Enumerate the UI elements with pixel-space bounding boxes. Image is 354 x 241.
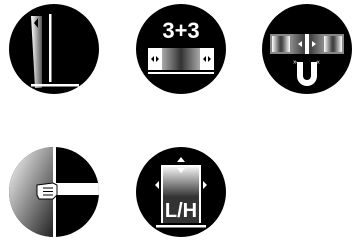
magnet-lock-icon: » « [262, 4, 352, 94]
plumb-level-icon [9, 4, 99, 94]
hand-grip-icon [9, 147, 99, 237]
left-hand-right-hand-icon: L/H [136, 147, 226, 237]
svg-text:»: » [293, 59, 297, 66]
three-plus-three-icon: 3+3 [136, 4, 226, 94]
lh-label: L/H [165, 200, 197, 222]
svg-text:«: « [316, 59, 320, 66]
three-plus-three-label: 3+3 [162, 18, 199, 43]
icon-grid: 3+3 » « L/H [0, 0, 354, 241]
